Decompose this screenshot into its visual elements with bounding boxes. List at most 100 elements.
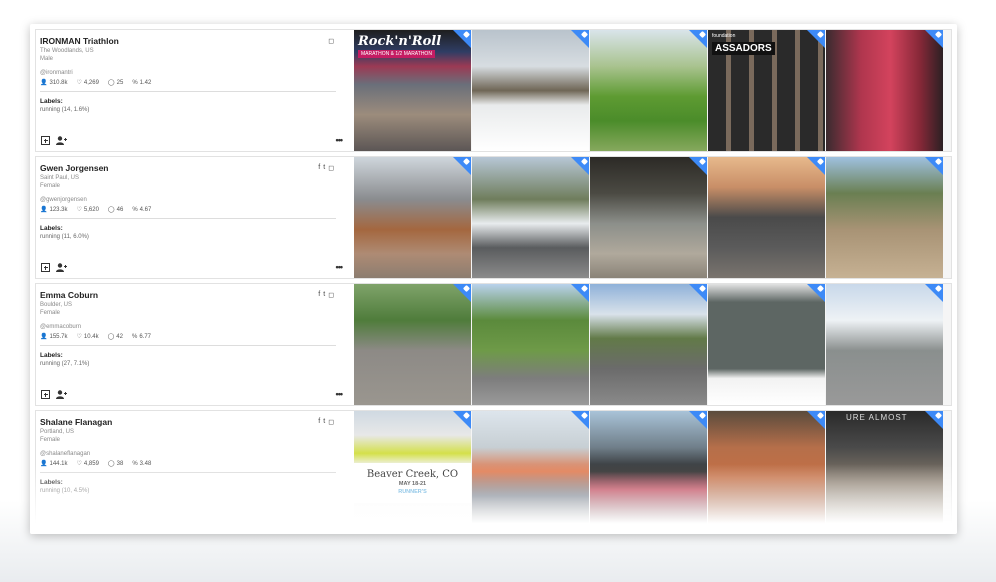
facebook-icon[interactable]: f bbox=[318, 418, 320, 426]
add-square-icon[interactable] bbox=[41, 263, 50, 272]
row-actions bbox=[41, 263, 67, 272]
post-photo[interactable] bbox=[708, 284, 825, 405]
influencer-stats: 👤 310.8k ♡ 4,269 ◯ 25 % 1.42 bbox=[40, 79, 344, 87]
photo-caption-title: ASSADORS bbox=[712, 42, 775, 55]
labels-value: running (27, 7.1%) bbox=[40, 361, 90, 367]
influencer-info: IRONMAN Triathlon The Woodlands, US Male… bbox=[36, 30, 354, 151]
influencer-handle[interactable]: @shalaneflanagan bbox=[40, 451, 344, 457]
influencer-name[interactable]: Emma Coburn bbox=[40, 290, 344, 300]
photo-caption-sub: MARATHON & 1/2 MARATHON bbox=[358, 50, 435, 58]
photo-strip bbox=[354, 284, 951, 405]
instagram-icon[interactable]: ◻ bbox=[328, 164, 334, 172]
facebook-icon[interactable]: f bbox=[318, 164, 320, 172]
instagram-icon[interactable]: ◻ bbox=[328, 37, 334, 45]
percent-icon: % bbox=[132, 206, 138, 213]
influencer-list-window: IRONMAN Triathlon The Woodlands, US Male… bbox=[30, 24, 957, 534]
likes-stat: ♡ 10.4k bbox=[76, 333, 99, 341]
post-photo[interactable] bbox=[590, 284, 707, 405]
influencer-handle[interactable]: @ironmantri bbox=[40, 70, 344, 76]
post-photo[interactable] bbox=[472, 284, 589, 405]
instagram-icon[interactable]: ◻ bbox=[328, 418, 334, 426]
more-dots-icon[interactable]: ••• bbox=[336, 389, 344, 399]
influencer-row[interactable]: Shalane Flanagan Portland, US Female @sh… bbox=[36, 411, 951, 532]
add-user-icon[interactable] bbox=[56, 263, 67, 272]
influencer-name[interactable]: Shalane Flanagan bbox=[40, 417, 344, 427]
post-photo[interactable] bbox=[708, 411, 825, 532]
post-photo[interactable] bbox=[708, 157, 825, 278]
twitter-icon[interactable]: t bbox=[323, 164, 325, 172]
divider bbox=[40, 345, 336, 346]
influencer-handle[interactable]: @gwenjorgensen bbox=[40, 197, 344, 203]
influencer-row[interactable]: Gwen Jorgensen Saint Paul, US Female @gw… bbox=[36, 157, 951, 278]
heart-icon: ♡ bbox=[76, 80, 82, 86]
comment-icon: ◯ bbox=[107, 207, 115, 213]
influencer-stats: 👤 144.1k ♡ 4,859 ◯ 38 % 3.48 bbox=[40, 460, 344, 468]
twitter-icon[interactable]: t bbox=[323, 291, 325, 299]
comments-stat: ◯ 25 bbox=[107, 79, 124, 87]
influencer-row[interactable]: IRONMAN Triathlon The Woodlands, US Male… bbox=[36, 30, 951, 151]
row-actions bbox=[41, 136, 67, 145]
event-card: Beaver Creek, CO MAY 18-21 RUNNER'S bbox=[354, 463, 471, 503]
post-photo[interactable]: Beaver Creek, CO MAY 18-21 RUNNER'S bbox=[354, 411, 471, 532]
influencer-location: Boulder, US bbox=[40, 302, 73, 308]
post-photo[interactable]: foundation ASSADORS bbox=[708, 30, 825, 151]
influencer-location: Saint Paul, US bbox=[40, 175, 80, 181]
add-user-icon[interactable] bbox=[56, 136, 67, 145]
labels-value: running (10, 4.5%) bbox=[40, 488, 90, 494]
facebook-icon[interactable]: f bbox=[318, 291, 320, 299]
social-links: ◻ bbox=[328, 37, 334, 45]
likes-stat: ♡ 5,620 bbox=[76, 206, 99, 214]
divider bbox=[40, 91, 336, 92]
twitter-icon[interactable]: t bbox=[323, 418, 325, 426]
labels-value: running (14, 1.6%) bbox=[40, 107, 90, 113]
likes-stat: ♡ 4,859 bbox=[76, 460, 99, 468]
post-photo[interactable] bbox=[826, 157, 943, 278]
more-dots-icon[interactable]: ••• bbox=[336, 135, 344, 145]
percent-icon: % bbox=[131, 333, 138, 340]
influencer-handle[interactable]: @emmacoburn bbox=[40, 324, 344, 330]
influencer-location: The Woodlands, US bbox=[40, 48, 94, 54]
post-photo[interactable] bbox=[826, 284, 943, 405]
followers-stat: 👤 310.8k bbox=[40, 79, 68, 87]
post-photo[interactable]: Rock'n'Roll MARATHON & 1/2 MARATHON bbox=[354, 30, 471, 151]
influencer-name[interactable]: Gwen Jorgensen bbox=[40, 163, 344, 173]
post-photo[interactable] bbox=[354, 284, 471, 405]
post-photo[interactable] bbox=[472, 157, 589, 278]
labels-title: Labels: bbox=[40, 98, 63, 105]
post-photo[interactable] bbox=[590, 411, 707, 532]
influencer-name[interactable]: IRONMAN Triathlon bbox=[40, 36, 344, 46]
more-dots-icon[interactable]: ••• bbox=[336, 262, 344, 272]
post-photo[interactable] bbox=[826, 30, 943, 151]
add-square-icon[interactable] bbox=[41, 136, 50, 145]
comment-icon: ◯ bbox=[107, 461, 115, 467]
add-user-icon[interactable] bbox=[56, 390, 67, 399]
likes-stat: ♡ 4,269 bbox=[76, 79, 99, 87]
heart-icon: ♡ bbox=[76, 334, 82, 340]
post-photo[interactable]: URE ALMOST bbox=[826, 411, 943, 532]
event-date: MAY 18-21 bbox=[398, 481, 427, 487]
post-photo[interactable] bbox=[472, 411, 589, 532]
instagram-icon[interactable]: ◻ bbox=[328, 291, 334, 299]
post-photo[interactable] bbox=[472, 30, 589, 151]
labels-title: Labels: bbox=[40, 352, 63, 359]
person-icon: 👤 bbox=[40, 207, 48, 213]
comments-stat: ◯ 46 bbox=[107, 206, 124, 214]
photo-strip bbox=[354, 157, 951, 278]
post-photo[interactable] bbox=[354, 157, 471, 278]
social-links: f t ◻ bbox=[318, 418, 334, 426]
engagement-stat: % 4.67 bbox=[132, 206, 152, 213]
post-photo[interactable] bbox=[590, 157, 707, 278]
influencer-info: Gwen Jorgensen Saint Paul, US Female @gw… bbox=[36, 157, 354, 278]
add-square-icon[interactable] bbox=[41, 390, 50, 399]
post-photo[interactable] bbox=[590, 30, 707, 151]
influencer-stats: 👤 123.3k ♡ 5,620 ◯ 46 % 4.67 bbox=[40, 206, 344, 214]
divider bbox=[40, 472, 336, 473]
comment-icon: ◯ bbox=[107, 80, 115, 86]
influencer-gender: Female bbox=[40, 310, 61, 316]
heart-icon: ♡ bbox=[76, 461, 82, 467]
influencer-gender: Female bbox=[40, 183, 61, 189]
percent-icon: % bbox=[132, 79, 138, 86]
influencer-row[interactable]: Emma Coburn Boulder, US Female @emmacobu… bbox=[36, 284, 951, 405]
photo-caption-title: URE ALMOST bbox=[846, 413, 908, 422]
labels-title: Labels: bbox=[40, 225, 63, 232]
